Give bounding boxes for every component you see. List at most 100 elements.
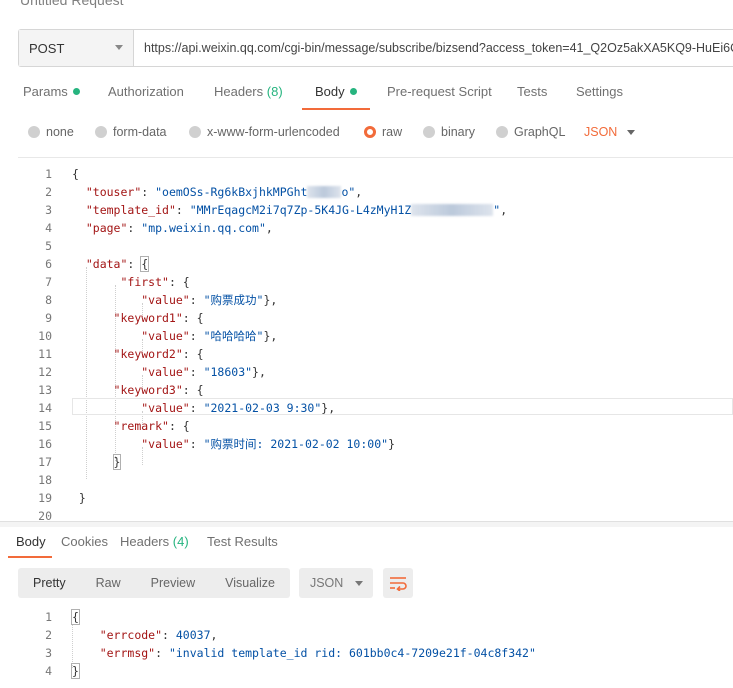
line-number: 4 [45,221,52,235]
code-line: 18 [18,471,733,489]
line-number: 2 [45,185,52,199]
line-number: 19 [38,491,52,505]
chevron-down-icon [354,581,363,586]
raw-button[interactable]: Raw [81,568,136,598]
code-text: "value": "购票成功"}, [141,293,278,307]
code-text: "page": "mp.weixin.qq.com", [85,221,273,235]
json-key: "page" [85,221,128,235]
code-text: { [71,609,80,625]
pane-splitter[interactable] [0,521,733,527]
code-line: 3 "template_id": "MMrEqagcM2i7q7Zp-5K4JG… [18,201,733,219]
code-text: "value": "哈哈哈哈"}, [141,329,278,343]
redaction-blur [411,204,494,216]
line-number: 4 [45,664,52,678]
json-key: "data" [85,257,128,271]
line-number: 10 [38,329,52,343]
method-select[interactable]: POST [19,30,134,66]
response-tab-headers[interactable]: Headers (4) [120,534,189,549]
json-key: "keyword1" [113,311,183,325]
radio-graphql[interactable]: GraphQL [496,125,565,139]
json-string: o" [341,185,356,199]
code-text: "first": { [120,275,190,289]
json-string: "invalid template_id rid: 601bb0c4-7209e… [168,646,536,660]
language-select[interactable]: JSON [584,125,636,139]
radio-form-data-label: form-data [113,125,167,139]
code-line: 2 "errcode": 40037, [18,626,733,644]
json-string: "18603" [203,365,253,379]
visualize-button[interactable]: Visualize [210,568,290,598]
radio-raw[interactable]: raw [364,125,402,139]
preview-button[interactable]: Preview [136,568,210,598]
tab-tests[interactable]: Tests [517,84,547,99]
json-key: "template_id" [85,203,176,217]
line-number: 8 [45,293,52,307]
json-key: "value" [141,401,190,415]
request-body-editor[interactable]: 1{ 2 "touser": "oemOSs-Rg6kBxjhkMPGht o",… [18,157,733,521]
response-body-viewer[interactable]: 1{ 2 "errcode": 40037, 3 "errmsg": "inva… [18,608,733,688]
code-line: 4} [18,662,733,680]
line-number: 6 [45,257,52,271]
format-select[interactable]: JSON [298,568,373,598]
active-tab-underline [8,556,52,558]
code-text: "keyword2": { [113,347,204,361]
code-text: } [71,663,80,679]
radio-circle-icon [496,126,508,138]
line-number: 1 [45,610,52,624]
radio-circle-icon [189,126,201,138]
tab-settings[interactable]: Settings [576,84,623,99]
language-label: JSON [584,125,618,139]
code-line: 2 "touser": "oemOSs-Rg6kBxjhkMPGht o", [18,183,733,201]
tab-prerequest-script[interactable]: Pre-request Script [387,84,492,99]
url-input[interactable]: https://api.weixin.qq.com/cgi-bin/messag… [134,30,733,66]
code-text: "data": { [85,256,150,272]
response-toolbar: Pretty Raw Preview Visualize JSON [18,568,413,598]
line-number: 16 [38,437,52,451]
wrap-lines-icon [389,577,407,591]
headers-count: (8) [266,84,283,99]
radio-urlencoded[interactable]: x-www-form-urlencoded [189,125,340,139]
json-key: "remark" [113,419,169,433]
code-line: 16 "value": "购票时间: 2021-02-02 10:00"} [18,435,733,453]
code-text: "errmsg": "invalid template_id rid: 601b… [99,646,536,660]
tab-headers[interactable]: Headers (8) [214,84,283,99]
line-number: 1 [45,167,52,181]
json-string: "MMrEqagcM2i7q7Zp-5K4JG-L4zMyH1Z [189,203,412,217]
json-key: "errmsg" [99,646,156,660]
radio-form-data[interactable]: form-data [95,125,167,139]
code-text: "value": "18603"}, [141,365,266,379]
json-number: 40037 [175,628,211,642]
response-tab-body[interactable]: Body [16,534,46,549]
body-type-options: none form-data x-www-form-urlencoded raw… [0,122,733,144]
code-line: 17 } [18,453,733,471]
tab-params[interactable]: Params [23,84,80,99]
code-line: 4 "page": "mp.weixin.qq.com", [18,219,733,237]
code-line: 12 "value": "18603"}, [18,363,733,381]
code-text: "keyword1": { [113,311,204,325]
line-number: 13 [38,383,52,397]
json-key: "value" [141,293,190,307]
json-key: "value" [141,437,190,451]
pretty-button[interactable]: Pretty [18,568,81,598]
response-tab-headers-label: Headers [120,534,170,549]
response-tab-test-results[interactable]: Test Results [207,534,278,549]
radio-none[interactable]: none [28,125,74,139]
line-number: 12 [38,365,52,379]
tab-params-label: Params [23,84,68,99]
wrap-lines-button[interactable] [382,568,413,598]
code-line: 19 } [18,489,733,507]
json-string: "mp.weixin.qq.com" [141,221,266,235]
method-label: POST [29,40,65,56]
request-title[interactable]: Untitled Request [20,0,124,8]
tab-body[interactable]: Body [315,84,357,99]
json-key: "touser" [85,185,142,199]
radio-circle-icon [423,126,435,138]
radio-binary[interactable]: binary [423,125,475,139]
chevron-down-icon [115,45,123,50]
code-line: 14 "value": "2021-02-03 9:30"}, [18,399,733,417]
response-tab-cookies[interactable]: Cookies [61,534,108,549]
code-text: "remark": { [113,419,190,433]
json-key: "errcode" [99,628,163,642]
tab-authorization[interactable]: Authorization [108,84,184,99]
radio-selected-icon [364,126,376,138]
radio-raw-label: raw [382,125,403,139]
